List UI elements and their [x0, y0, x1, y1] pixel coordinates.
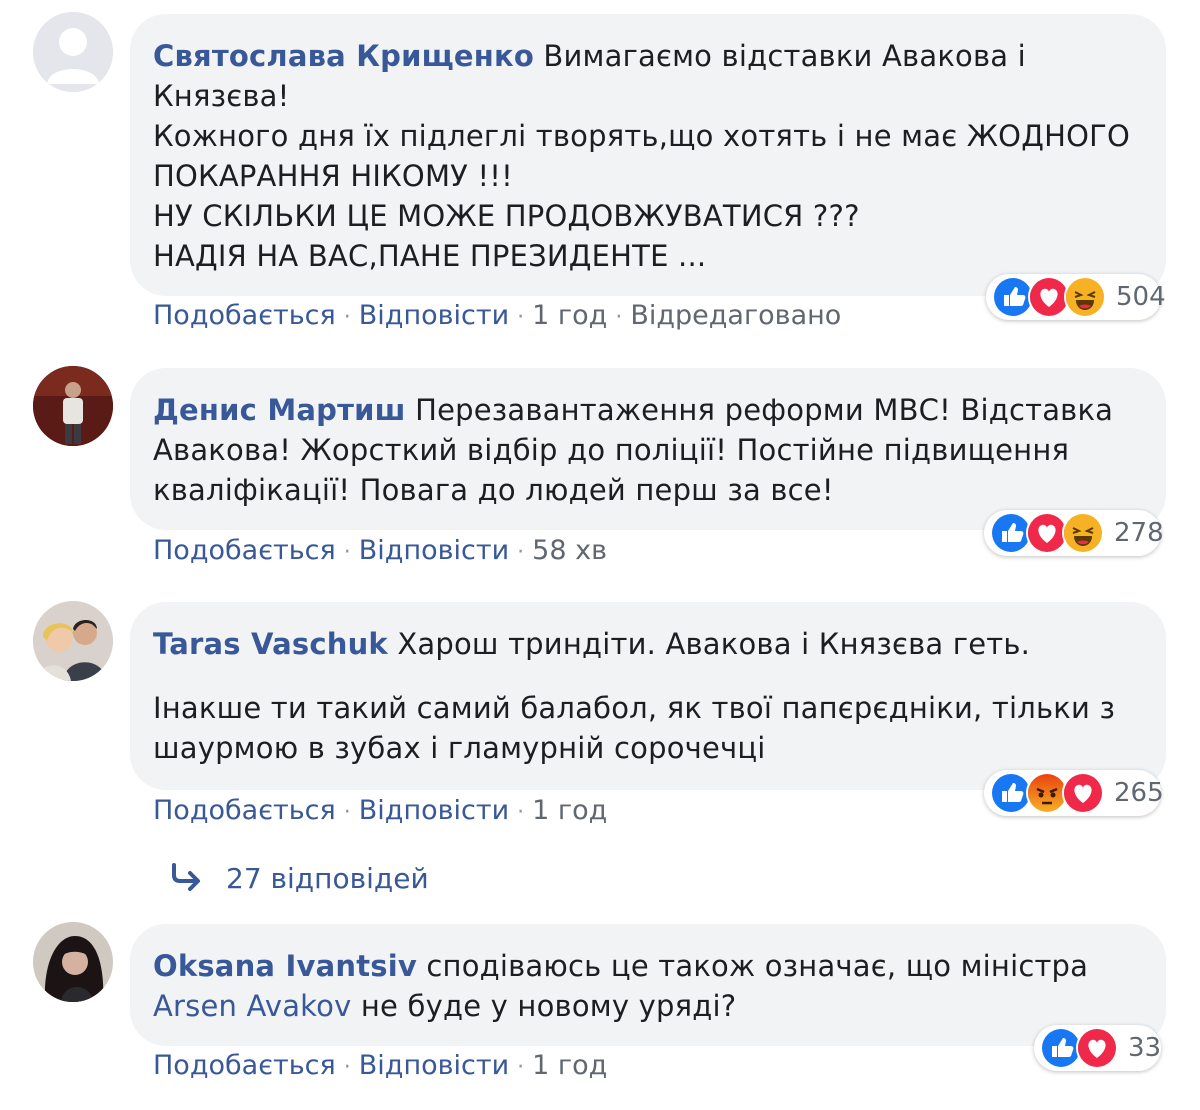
comment-text-line: Перезавантаження реформи МВС! Відставка [415, 393, 1114, 427]
love-icon [1076, 1027, 1118, 1069]
separator-dot: · [517, 540, 525, 565]
separator-dot: · [615, 305, 623, 330]
comment-text-line: Кожного дня їх підлеглі творять,що хотят… [153, 119, 1131, 153]
comment-text-line: Авакова! Жорсткий відбір до поліції! Пос… [153, 433, 1070, 467]
love-icon [1062, 772, 1104, 814]
reaction-count: 33 [1128, 1033, 1162, 1063]
reactions-summary[interactable]: 504 [986, 274, 1166, 320]
comment-bubble: Taras Vaschuk Харош триндіти. Авакова і … [130, 602, 1166, 790]
mention-link[interactable]: Arsen Avakov [153, 989, 351, 1023]
separator-dot: · [517, 800, 525, 825]
reply-link[interactable]: Відповісти [359, 535, 509, 566]
reactions-summary[interactable]: 33 [1034, 1025, 1161, 1071]
user-photo-icon [33, 922, 113, 1002]
comment-author[interactable]: Святослава Крищенко [153, 39, 534, 73]
comment-text-line: кваліфікації! Повага до людей перш за вс… [153, 473, 834, 507]
separator-dot: · [517, 1055, 525, 1080]
avatar-default[interactable] [33, 12, 113, 92]
comment-text-line: шаурмою в зубах і гламурній сорочечці [153, 731, 766, 765]
reply-link[interactable]: Відповісти [359, 795, 509, 826]
reply-link[interactable]: Відповісти [359, 1050, 509, 1081]
comment-bubble: Святослава Крищенко Вимагаємо відставки … [130, 14, 1166, 296]
avatar[interactable] [33, 922, 113, 1002]
like-link[interactable]: Подобається [153, 795, 336, 826]
comment-text-line: сподіваюсь це також означає, що міністра [426, 949, 1089, 983]
view-replies-link[interactable]: 27 відповідей [170, 862, 429, 898]
replies-count-label: 27 відповідей [226, 862, 429, 895]
reaction-count: 265 [1114, 778, 1164, 808]
like-link[interactable]: Подобається [153, 535, 336, 566]
separator-dot: · [343, 305, 351, 330]
user-photo-icon [33, 601, 113, 681]
comment-time[interactable]: 1 год [532, 1050, 607, 1081]
reply-link[interactable]: Відповісти [359, 300, 509, 331]
comment-time[interactable]: 58 хв [532, 535, 607, 566]
comment-text-line: Князєва! [153, 79, 290, 113]
separator-dot: · [343, 1055, 351, 1080]
comment-text-line: НАДІЯ НА ВАС,ПАНЕ ПРЕЗИДЕНТЕ ... [153, 239, 707, 273]
comment-text-line: Інакше ти такий самий балабол, як твої п… [153, 691, 1116, 725]
comment-time[interactable]: 1 год [532, 300, 607, 331]
reactions-summary[interactable]: 278 [984, 510, 1164, 556]
reaction-count: 278 [1114, 518, 1164, 548]
edited-label[interactable]: Відредаговано [630, 300, 841, 331]
comment-actions: Подобається · Відповісти · 1 год [153, 795, 607, 826]
comment-author[interactable]: Oksana Ivantsiv [153, 949, 417, 983]
reply-arrow-icon [170, 862, 206, 898]
separator-dot: · [517, 305, 525, 330]
comment-text-line: НУ СКІЛЬКИ ЦЕ МОЖЕ ПРОДОВЖУВАТИСЯ ??? [153, 199, 860, 233]
haha-icon [1064, 276, 1106, 318]
avatar[interactable] [33, 366, 113, 446]
comment-time[interactable]: 1 год [532, 795, 607, 826]
reaction-count: 504 [1116, 282, 1166, 312]
reactions-summary[interactable]: 265 [984, 770, 1164, 816]
comment-text-line: Харош триндіти. Авакова і Князєва геть. [397, 627, 1031, 661]
comment-actions: Подобається · Відповісти · 1 год · Відредагова… [153, 300, 841, 331]
comment-text-line: Вимагаємо відставки Авакова і [543, 39, 1026, 73]
default-avatar-icon [33, 12, 113, 92]
separator-dot: · [343, 540, 351, 565]
like-link[interactable]: Подобається [153, 1050, 336, 1081]
comment-actions: Подобається · Відповісти · 1 год [153, 1050, 607, 1081]
comment-bubble: Денис Мартиш Перезавантаження реформи МВ… [130, 368, 1166, 530]
comment-actions: Подобається · Відповісти · 58 хв [153, 535, 607, 566]
comment-author[interactable]: Денис Мартиш [153, 393, 406, 427]
comment-author[interactable]: Taras Vaschuk [153, 627, 388, 661]
like-link[interactable]: Подобається [153, 300, 336, 331]
user-photo-icon [33, 366, 113, 446]
haha-icon [1062, 512, 1104, 554]
comment-text-line: ПОКАРАННЯ НІКОМУ !!! [153, 159, 513, 193]
separator-dot: · [343, 800, 351, 825]
avatar[interactable] [33, 601, 113, 681]
comment-text-line: не буде у новому уряді? [360, 989, 737, 1023]
comment-bubble: Oksana Ivantsiv сподіваюсь це також озна… [130, 924, 1166, 1046]
